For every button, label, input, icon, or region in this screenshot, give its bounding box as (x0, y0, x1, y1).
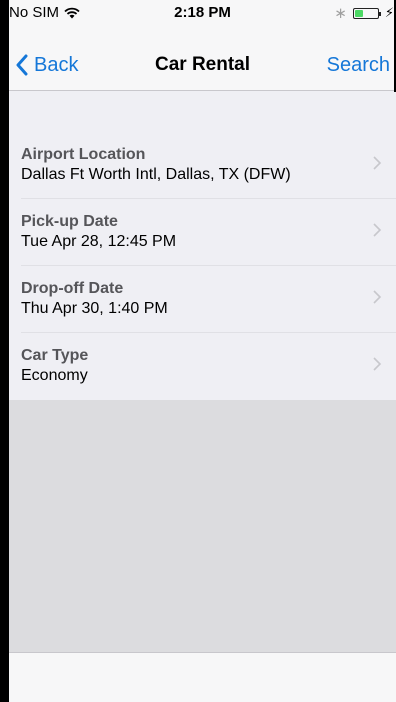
rental-form-list: Airport Location Dallas Ft Worth Intl, D… (9, 131, 396, 399)
row-label: Drop-off Date (21, 280, 124, 297)
search-button[interactable]: Search (327, 40, 390, 90)
status-bar: No SIM 2:18 PM ∗ ⚡ (9, 0, 396, 40)
airport-location-row[interactable]: Airport Location Dallas Ft Worth Intl, D… (9, 131, 396, 198)
row-value: Economy (21, 367, 88, 384)
device-bezel-left (0, 0, 9, 702)
row-value: Dallas Ft Worth Intl, Dallas, TX (DFW) (21, 166, 291, 183)
charging-bolt-icon: ⚡ (384, 5, 394, 20)
back-button-label: Back (34, 53, 79, 76)
battery-tip (378, 11, 381, 16)
bottom-toolbar (9, 652, 396, 702)
row-label: Car Type (21, 347, 89, 364)
row-label: Airport Location (21, 146, 146, 163)
chevron-left-icon (16, 54, 28, 76)
chevron-right-icon (373, 357, 382, 371)
battery-level (354, 9, 364, 17)
battery-icon (352, 7, 381, 19)
car-type-row[interactable]: Car Type Economy (9, 332, 396, 399)
empty-content-area (9, 400, 396, 652)
status-right: ∗ ⚡ (334, 4, 394, 22)
row-value: Thu Apr 30, 1:40 PM (21, 300, 168, 317)
row-label: Pick-up Date (21, 213, 118, 230)
chevron-right-icon (373, 290, 382, 304)
phone-screen: No SIM 2:18 PM ∗ ⚡ Back Car Rental Searc… (0, 0, 396, 702)
chevron-right-icon (373, 223, 382, 237)
chevron-right-icon (373, 156, 382, 170)
row-value: Tue Apr 28, 12:45 PM (21, 233, 177, 250)
back-button[interactable]: Back (15, 40, 78, 90)
bluetooth-icon: ∗ (334, 5, 347, 22)
navigation-bar: Back Car Rental Search (9, 40, 396, 91)
dropoff-date-row[interactable]: Drop-off Date Thu Apr 30, 1:40 PM (9, 265, 396, 332)
pickup-date-row[interactable]: Pick-up Date Tue Apr 28, 12:45 PM (9, 198, 396, 265)
app-screen: No SIM 2:18 PM ∗ ⚡ Back Car Rental Searc… (9, 0, 396, 702)
